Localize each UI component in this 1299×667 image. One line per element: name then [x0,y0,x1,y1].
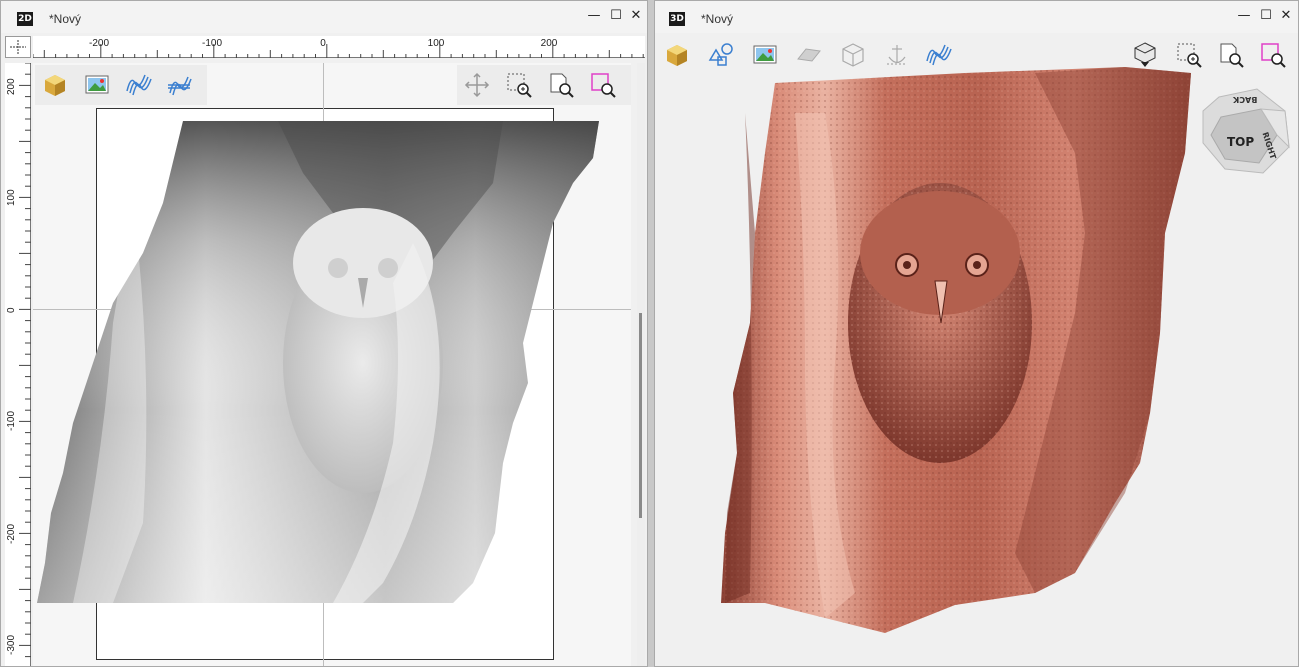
ruler-x-label: 0 [320,38,326,49]
relief-filter-icon[interactable] [163,69,195,101]
document-title-3d: *Nový [701,12,734,26]
vertical-scrollbar-2d[interactable] [637,63,645,666]
document-title-2d: *Nový [49,12,82,26]
ruler-y-label: -300 [6,634,17,655]
titlebar-3d: 3D *Nový — ☐ ✕ [655,1,1298,33]
viewcube-back-label[interactable]: BACK [1233,95,1257,104]
image-icon[interactable] [81,69,113,101]
titlebar-2d: 2D *Nový — ☐ ✕ [1,1,647,33]
ruler-y-label: 200 [6,78,17,95]
close-button-2d[interactable]: ✕ [627,7,645,25]
ruler-horizontal[interactable]: -200 -100 0 100 200 [33,36,645,58]
cube-icon[interactable] [39,69,71,101]
ruler-y-label: 0 [6,307,17,313]
ruler-x-label: 200 [540,38,558,49]
relief-wave-icon[interactable] [123,69,155,101]
canvas-2d[interactable] [33,63,631,666]
toolbar-3d-left [655,35,965,75]
zoom-selection-icon[interactable] [1257,39,1289,71]
image-icon[interactable] [749,39,781,71]
pan-icon[interactable] [461,69,493,101]
ruler-x-label: 100 [427,38,445,49]
maximize-button-3d[interactable]: ☐ [1257,7,1275,25]
ruler-y-label: -100 [6,410,17,431]
ruler-y-label: -200 [6,523,17,544]
pane-2d: 2D *Nový — ☐ ✕ -200 -100 0 100 200 200 1… [0,0,648,667]
zoom-extents-icon[interactable] [545,69,577,101]
zoom-selection-icon[interactable] [587,69,619,101]
ruler-vertical[interactable]: 200 100 0 -100 -200 -300 [5,63,31,666]
viewport-3d[interactable]: TOP BACK RIGHT [655,33,1298,666]
plane-icon[interactable] [793,39,825,71]
wireframe-box-icon[interactable] [837,39,869,71]
ruler-x-label: -200 [88,38,110,49]
minimize-button-3d[interactable]: — [1235,7,1253,25]
ruler-y-label: 100 [6,189,17,206]
cube-icon[interactable] [661,39,693,71]
view-cube-icon[interactable] [1129,39,1161,71]
ruler-corner[interactable] [5,36,31,58]
toolbar-2d-right [457,65,631,105]
heightmap-image [37,121,599,603]
zoom-extents-icon[interactable] [1215,39,1247,71]
zoom-window-icon[interactable] [1173,39,1205,71]
minimize-button-2d[interactable]: — [585,7,603,25]
view-cube[interactable]: TOP BACK RIGHT [1201,87,1291,179]
viewcube-top-label[interactable]: TOP [1227,135,1254,149]
toolbar-2d-left [35,65,207,105]
shapes-icon[interactable] [705,39,737,71]
ruler-x-label: -100 [201,38,223,49]
relief-wave-icon[interactable] [923,39,955,71]
zoom-window-icon[interactable] [503,69,535,101]
maximize-button-2d[interactable]: ☐ [607,7,625,25]
toolbar-3d-right [1125,35,1298,75]
view-badge-2d: 2D [17,12,33,26]
close-button-3d[interactable]: ✕ [1277,7,1295,25]
scrollbar-thumb[interactable] [639,313,642,518]
pane-3d: 3D *Nový — ☐ ✕ TOP BACK RIGHT [654,0,1299,667]
anchor-icon[interactable] [881,39,913,71]
view-badge-3d: 3D [669,12,685,26]
